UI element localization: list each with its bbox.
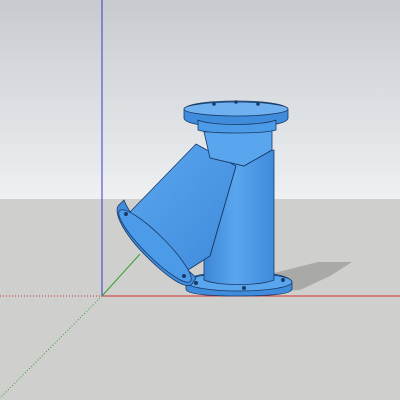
bolt-hole [124, 211, 129, 216]
bolt-hole [256, 102, 260, 106]
bolt-hole [212, 102, 216, 106]
top-flange-face [183, 101, 289, 117]
bolt-hole [241, 285, 246, 290]
bolt-hole [181, 273, 186, 278]
3d-viewport[interactable] [0, 0, 400, 400]
bolt-hole [193, 280, 198, 285]
bolt-hole [280, 277, 285, 282]
bolt-hole [234, 100, 238, 104]
scene-canvas[interactable] [0, 0, 400, 400]
